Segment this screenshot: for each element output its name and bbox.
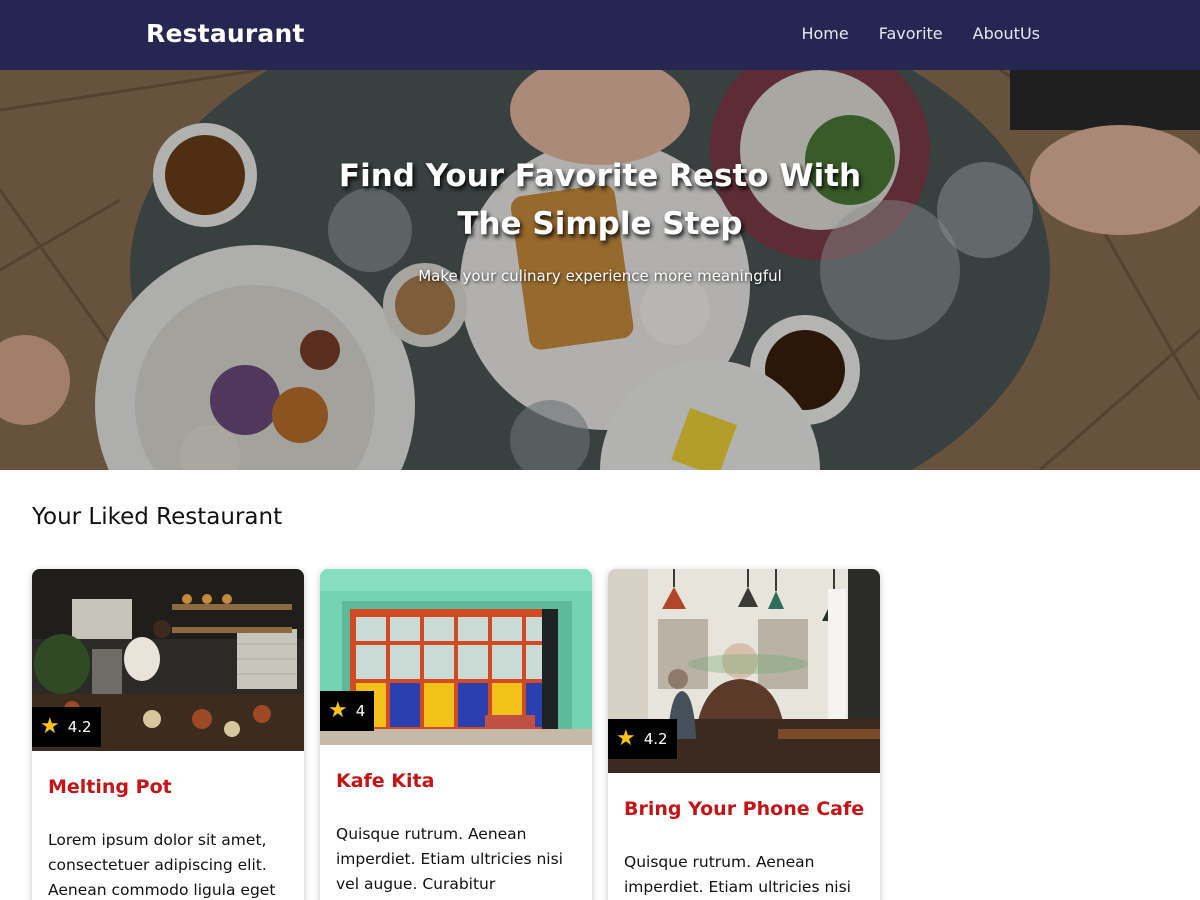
restaurant-card[interactable]: ★ 4.2 Melting Pot Lorem ipsum dolor sit … [32, 569, 304, 900]
rating-value: 4.2 [67, 718, 92, 736]
star-icon: ★ [328, 698, 348, 723]
rating-value: 4.2 [643, 730, 668, 748]
rating-badge: ★ 4.2 [608, 719, 677, 759]
restaurant-card[interactable]: ★ 4.2 Bring Your Phone Cafe Quisque rutr… [608, 569, 880, 900]
brand-logo[interactable]: Restaurant [146, 19, 305, 48]
rating-badge: ★ 4.2 [32, 707, 101, 747]
main-nav: Home Favorite AboutUs [801, 24, 1040, 43]
restaurant-name-link[interactable]: Bring Your Phone Cafe [624, 798, 864, 820]
hero-title-line-2: The Simple Step [457, 206, 743, 242]
star-icon: ★ [616, 726, 636, 751]
navbar: Restaurant Home Favorite AboutUs [0, 0, 1200, 70]
restaurant-description: Lorem ipsum dolor sit amet, consectetuer… [48, 831, 276, 899]
hero-title-line-1: Find Your Favorite Resto With [338, 158, 862, 194]
rating-value: 4 [355, 702, 366, 720]
star-icon: ★ [40, 714, 60, 739]
hero: Find Your Favorite Resto With The Simple… [0, 70, 1200, 470]
nav-link-favorite[interactable]: Favorite [879, 24, 943, 43]
restaurant-name-link[interactable]: Kafe Kita [336, 770, 434, 792]
restaurant-name-link[interactable]: Melting Pot [48, 776, 172, 798]
nav-link-aboutus[interactable]: AboutUs [973, 24, 1040, 43]
restaurant-card[interactable]: ★ 4 Kafe Kita Quisque rutrum. Aenean imp… [320, 569, 592, 900]
section-title-liked: Your Liked Restaurant [32, 504, 283, 530]
hero-subtitle: Make your culinary experience more meani… [418, 267, 782, 285]
rating-badge: ★ 4 [320, 691, 375, 731]
nav-link-home[interactable]: Home [801, 24, 848, 43]
hero-title: Find Your Favorite Resto With The Simple… [300, 152, 900, 248]
restaurant-description: Quisque rutrum. Aenean imperdiet. Etiam … [624, 853, 851, 896]
restaurant-description: Quisque rutrum. Aenean imperdiet. Etiam … [336, 825, 563, 893]
